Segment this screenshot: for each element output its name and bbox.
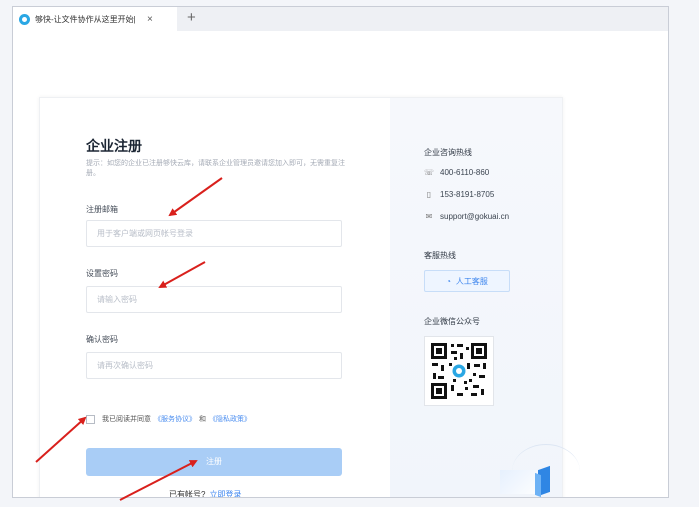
and-text: 和: [199, 416, 206, 423]
browser-tab[interactable]: 够快-让文件协作从这里开始| ×: [13, 7, 177, 31]
confirm-password-label: 确认密码: [86, 335, 118, 344]
tab-title: 够快-让文件协作从这里开始|: [35, 14, 136, 24]
site-logo-icon: [19, 13, 30, 25]
email-label: 注册邮箱: [86, 205, 118, 214]
contact-panel: 企业咨询热线 ☏ 400-6110-860 ▯ 153-8191-8705 ✉ …: [390, 98, 580, 497]
new-tab-button[interactable]: +: [187, 9, 196, 26]
service-title: 客服热线: [424, 251, 456, 260]
agree-text: 我已阅读并同意: [102, 416, 151, 423]
phone-icon: ☏: [424, 168, 435, 177]
customer-service-button[interactable]: ◔ 人工客服: [424, 270, 510, 292]
terms-link[interactable]: 《服务协议》: [154, 414, 196, 424]
hotline-title: 企业咨询热线: [424, 148, 472, 157]
browser-window: 够快-让文件协作从这里开始| × + 企业注册 提示：如您的企业已注册够快云库，…: [12, 6, 669, 498]
agree-checkbox[interactable]: [86, 414, 95, 424]
email-field[interactable]: 用于客户端或网页帐号登录: [86, 220, 342, 247]
wechat-title: 企业微信公众号: [424, 317, 480, 326]
register-card: 企业注册 提示：如您的企业已注册够快云库，请联系企业管理员邀请您加入即可，无需重…: [39, 97, 580, 498]
support-email: support@gokuai.cn: [440, 212, 510, 221]
decoration-cube-side: [535, 472, 541, 497]
phone-number-2: 153-8191-8705: [440, 190, 495, 199]
customer-service-label: 人工客服: [455, 276, 488, 286]
register-hint: 提示：如您的企业已注册够快云库，请联系企业管理员邀请您加入即可，无需重复注册。: [86, 160, 345, 177]
have-account-text: 已有帐号?: [169, 490, 206, 498]
register-button[interactable]: 注册: [86, 448, 342, 476]
wechat-qr-code: [424, 336, 494, 406]
agreement-row: 我已阅读并同意 《服务协议》 和 《隐私政策》: [86, 414, 254, 424]
login-row: 已有帐号? 立即登录: [169, 489, 241, 498]
tab-close-icon[interactable]: ×: [147, 14, 153, 25]
headset-icon: ◔: [446, 276, 451, 286]
phone-line-1: ☏ 400-6110-860: [424, 168, 489, 177]
mobile-icon: ▯: [426, 190, 432, 199]
qr-code-image: [429, 341, 489, 401]
register-form-panel: 企业注册 提示：如您的企业已注册够快云库，请联系企业管理员邀请您加入即可，无需重…: [40, 98, 390, 498]
tab-bar: 够快-让文件协作从这里开始| × +: [13, 7, 668, 32]
confirm-password-field[interactable]: 请再次确认密码: [86, 352, 342, 379]
phone-line-2: ▯ 153-8191-8705: [424, 190, 494, 199]
page-title: 企业注册: [86, 138, 142, 154]
page-content: 企业注册 提示：如您的企业已注册够快云库，请联系企业管理员邀请您加入即可，无需重…: [13, 31, 668, 497]
privacy-link[interactable]: 《隐私政策》: [209, 414, 251, 424]
login-link[interactable]: 立即登录: [209, 490, 241, 497]
email-line: ✉ support@gokuai.cn: [424, 212, 509, 221]
password-field[interactable]: 请输入密码: [86, 286, 342, 313]
phone-number-1: 400-6110-860: [440, 168, 490, 177]
password-label: 设置密码: [86, 269, 118, 278]
mail-icon: ✉: [425, 212, 433, 221]
